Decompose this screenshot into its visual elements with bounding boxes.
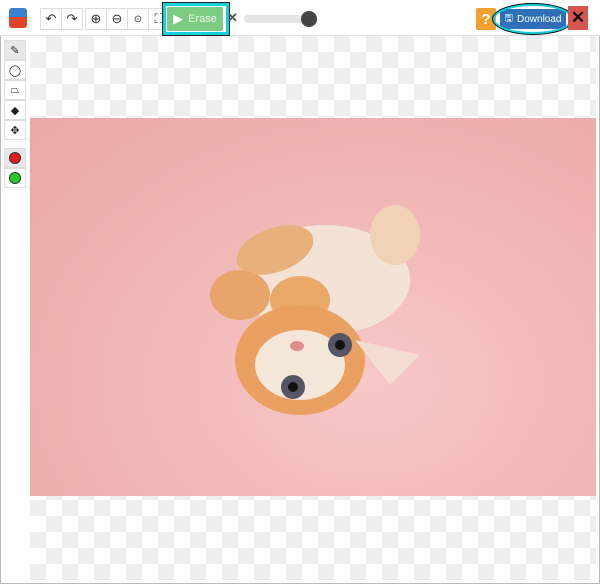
- zoom-out-icon: ⊖: [111, 11, 123, 26]
- green-dot-icon: [9, 172, 21, 184]
- kitten-photo[interactable]: [30, 118, 596, 496]
- tool-sidebar: ✎ ◯ ⏢ ◆ ✥: [4, 40, 26, 188]
- erase-highlight: [162, 2, 230, 36]
- zoom-actual-button[interactable]: ⊙: [127, 8, 149, 30]
- remove-marker-button[interactable]: [4, 168, 26, 188]
- zoom-actual-icon: ⊙: [133, 13, 143, 25]
- lasso-icon: ◯: [8, 64, 22, 77]
- move-icon: ✥: [10, 124, 20, 137]
- polygon-tool[interactable]: ⏢: [4, 80, 26, 100]
- red-dot-icon: [9, 152, 21, 164]
- brush-size-knob[interactable]: [300, 11, 317, 27]
- pencil-icon: ✎: [10, 44, 20, 57]
- close-button[interactable]: ✕: [568, 6, 588, 30]
- cancel-icon[interactable]: ✕: [227, 10, 238, 26]
- redo-button[interactable]: ↷: [61, 8, 83, 30]
- kitten-image: [210, 205, 420, 415]
- eraser-icon: ◆: [10, 104, 20, 117]
- keep-marker-button[interactable]: [4, 148, 26, 168]
- zoom-out-button[interactable]: ⊖: [106, 8, 128, 30]
- download-highlight: [492, 3, 574, 35]
- zoom-in-button[interactable]: ⊕: [85, 8, 107, 30]
- zoom-in-icon: ⊕: [90, 11, 102, 26]
- move-tool[interactable]: ✥: [4, 120, 26, 140]
- undo-icon: ↶: [45, 11, 57, 26]
- polygon-icon: ⏢: [10, 83, 20, 96]
- pencil-tool[interactable]: ✎: [4, 40, 26, 60]
- lasso-tool[interactable]: ◯: [4, 60, 26, 80]
- redo-icon: ↷: [66, 11, 78, 26]
- eraser-tool[interactable]: ◆: [4, 100, 26, 120]
- undo-button[interactable]: ↶: [40, 8, 62, 30]
- toolbar: ↶ ↷ ⊕ ⊖ ⊙ ⛶ ▶ Erase ✕ ? 🖫 Download ✕: [0, 0, 600, 36]
- app-logo: [9, 8, 27, 28]
